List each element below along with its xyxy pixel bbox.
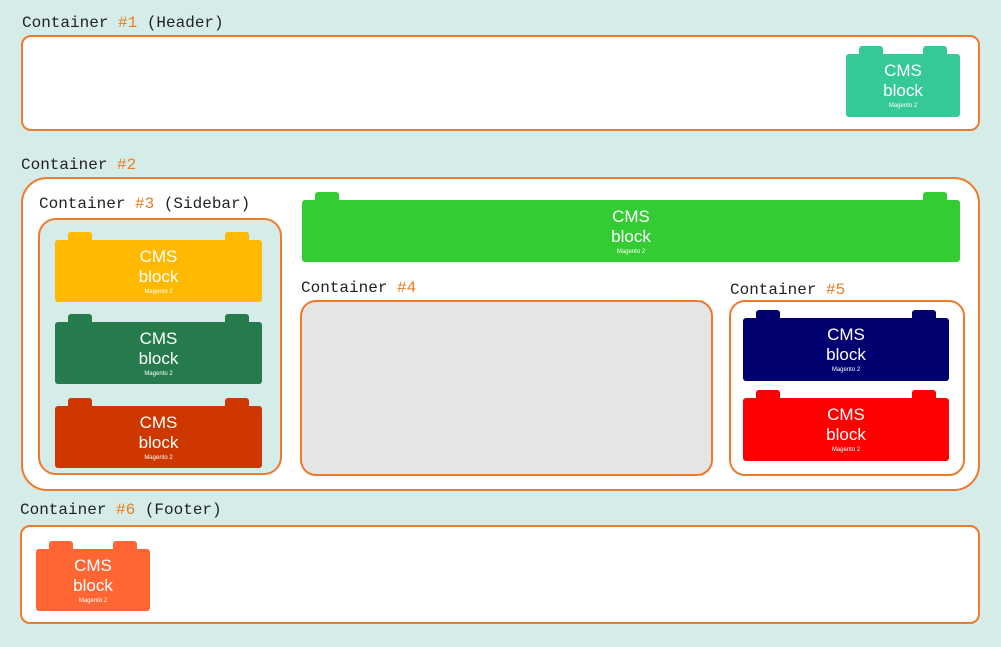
cms-block-c5-2: CMS block Magento 2 [743,390,949,461]
container-1-header [21,35,980,131]
container-2-label: Container #2 [21,156,137,174]
cms-block-c5-1: CMS block Magento 2 [743,310,949,381]
container-4 [300,300,713,476]
cms-block-footer: CMS block Magento 2 [36,541,150,611]
container-1-label: Container #1 (Header) [22,14,224,32]
container-5-label: Container #5 [730,281,846,299]
cms-block-sidebar-1: CMS block Magento 2 [55,232,262,302]
cms-block-sidebar-3: CMS block Magento 2 [55,398,262,468]
cms-block-header: CMS block Magento 2 [846,46,960,117]
container-6-footer [20,525,980,624]
container-4-label: Container #4 [301,279,417,297]
cms-block-sidebar-2: CMS block Magento 2 [55,314,262,384]
container-3-label: Container #3 (Sidebar) [39,195,251,213]
container-6-label: Container #6 (Footer) [20,501,222,519]
cms-block-main: CMS block Magento 2 [302,192,960,262]
